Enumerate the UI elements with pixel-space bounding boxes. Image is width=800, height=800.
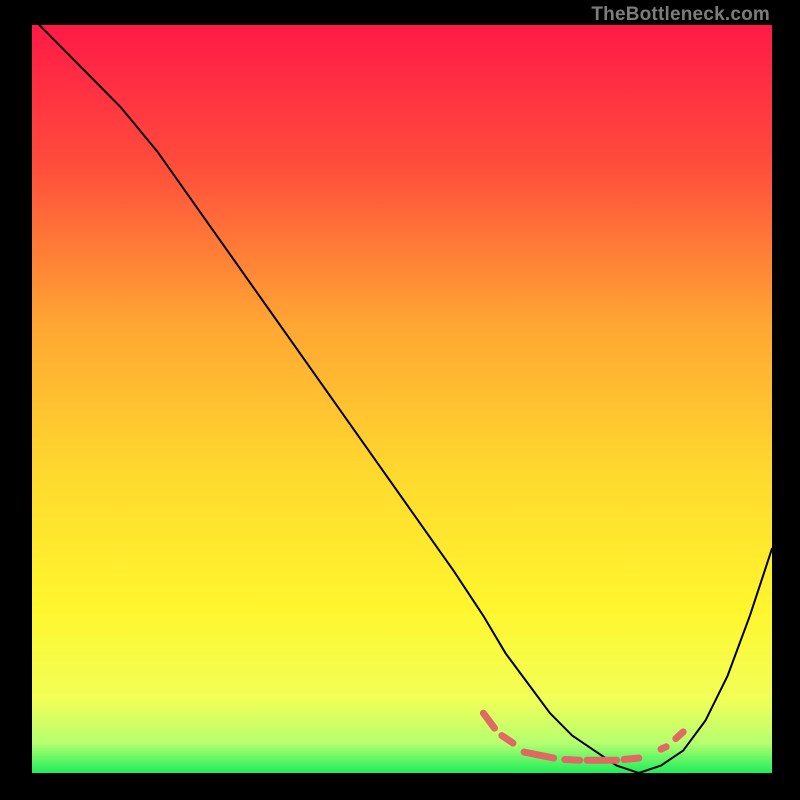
plot-area (32, 25, 772, 773)
salmon-dash-markers (565, 760, 580, 761)
chart-frame: TheBottleneck.com (0, 0, 800, 800)
gradient-background (32, 25, 772, 773)
salmon-dash-markers (624, 758, 639, 759)
watermark-text: TheBottleneck.com (591, 4, 770, 26)
chart-svg (32, 25, 772, 773)
salmon-dash-markers (661, 747, 666, 749)
salmon-dash-markers (676, 732, 683, 739)
